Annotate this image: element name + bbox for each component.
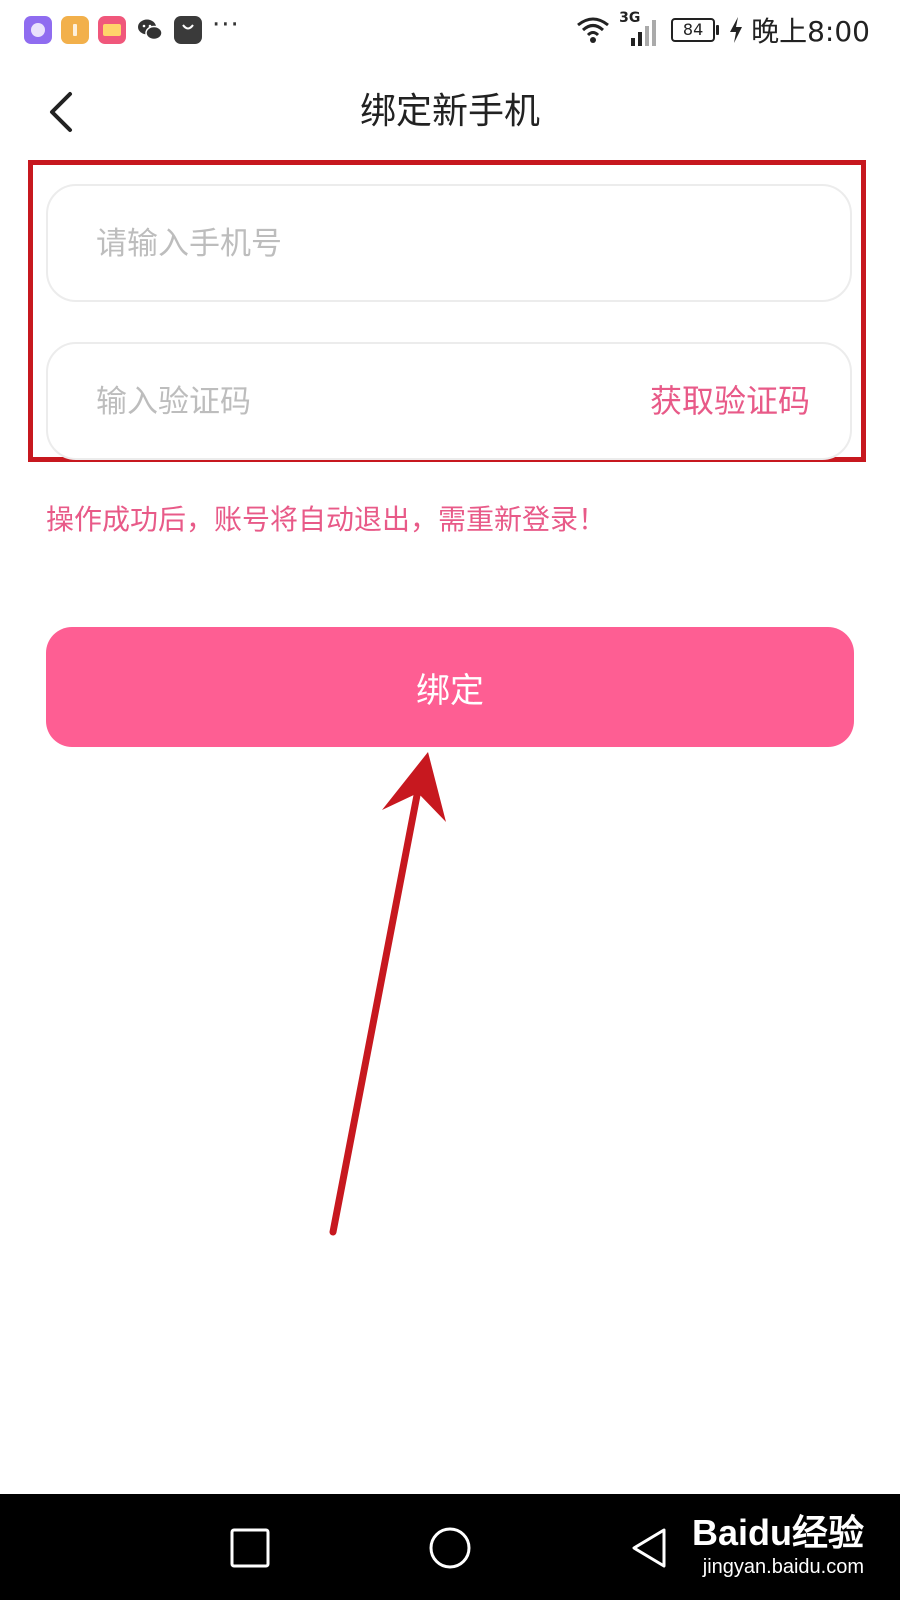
wechat-icon [136,16,164,44]
verification-code-field: 获取验证码 [46,342,852,460]
recent-apps-button[interactable] [220,1518,280,1578]
bind-button[interactable]: 绑定 [46,627,854,747]
verification-code-input[interactable] [94,344,638,460]
app-store-icon [174,16,202,44]
watermark-brand: Baidu经验 [691,1512,864,1553]
get-code-button[interactable]: 获取验证码 [650,344,810,458]
status-indicators: 3G 84 晚上8:00 [575,8,870,52]
gallery-icon [24,16,52,44]
wallet-icon [98,16,126,44]
signal-icon: 3G [619,10,663,48]
header: 绑定新手机 [0,62,900,162]
recent-apps-icon [230,1528,270,1568]
baidu-watermark: Baidu经验 jingyan.baidu.com [692,1504,864,1579]
battery-icon: 84 [671,18,720,42]
back-icon [632,1528,666,1568]
phone-field [46,184,852,302]
page-title: 绑定新手机 [359,91,540,132]
home-icon [429,1527,471,1569]
status-bar: ··· 3G 84 晚上8:00 [0,0,900,62]
watermark-url: jingyan.baidu.com [702,1556,864,1578]
more-notifications: ··· [212,10,240,40]
status-time: 晚上8:00 [751,15,870,48]
home-button[interactable] [420,1518,480,1578]
system-back-button[interactable] [620,1518,680,1578]
folder-icon [61,16,89,44]
wifi-icon [577,17,610,43]
system-nav-bar: Baidu经验 jingyan.baidu.com [0,1494,900,1600]
charging-icon [730,17,743,43]
phone-input[interactable] [94,186,638,302]
logout-warning: 操作成功后，账号将自动退出，需重新登录！ [46,503,607,536]
